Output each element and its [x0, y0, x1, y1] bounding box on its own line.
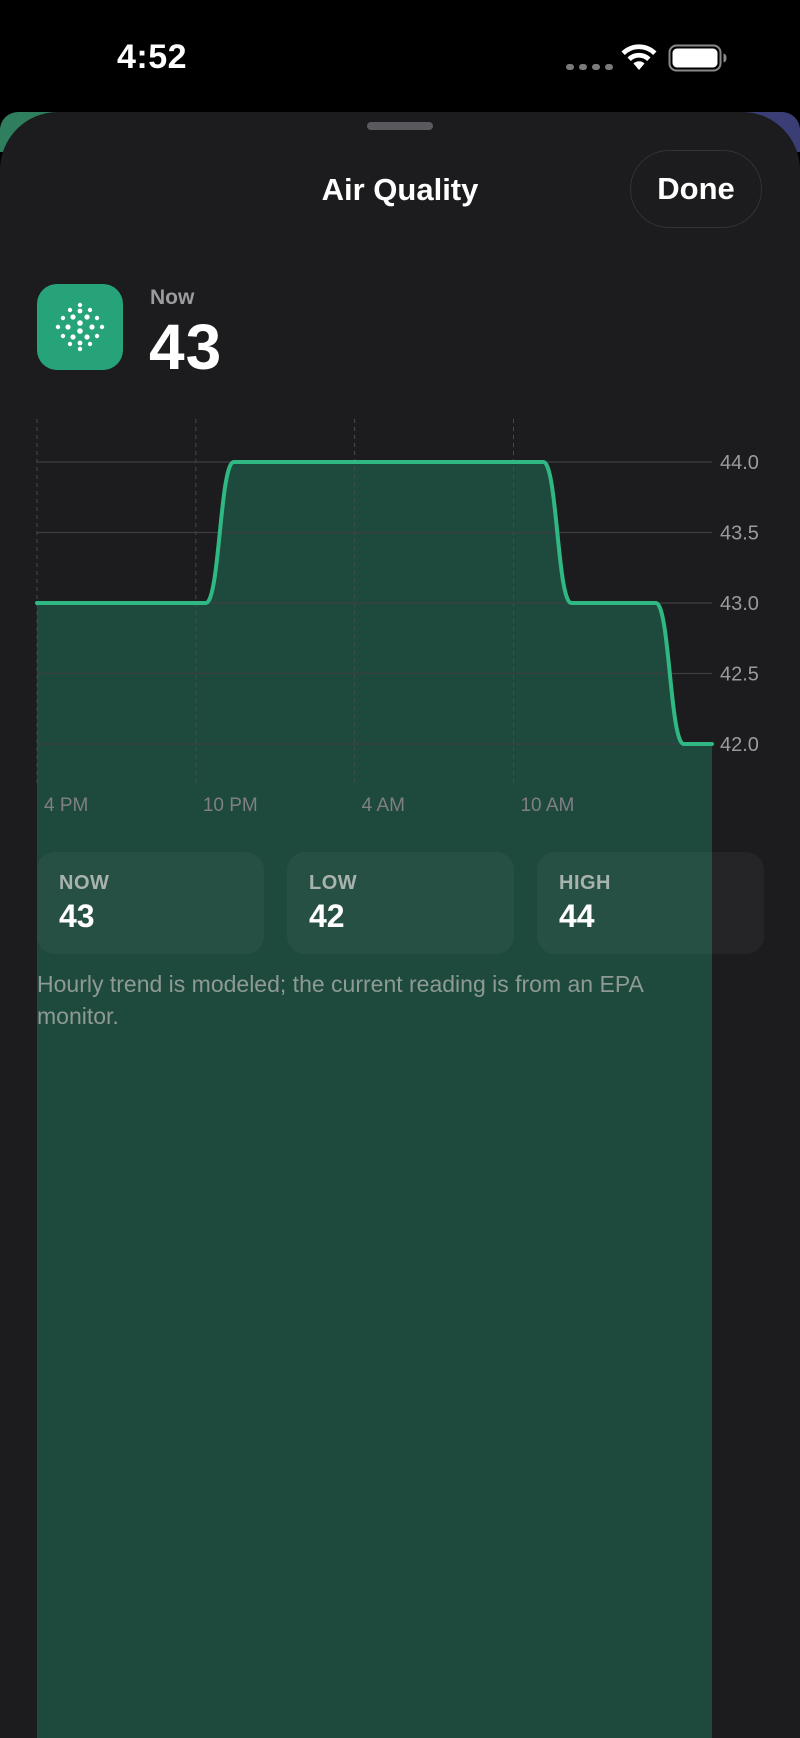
stat-label: LOW: [309, 872, 358, 894]
stat-label: HIGH: [559, 872, 611, 894]
sheet-grabber[interactable]: [367, 122, 433, 130]
stat-card-now: NOW 43: [37, 852, 264, 954]
chart-area-fill: [37, 462, 712, 1738]
y-tick-label: 42.0: [720, 734, 759, 756]
stat-card-low: LOW 42: [287, 852, 514, 954]
y-tick-label: 43.0: [720, 593, 759, 615]
stat-label: NOW: [59, 872, 110, 894]
stat-value: 44: [559, 898, 595, 934]
stat-card-high: HIGH 44: [537, 852, 764, 954]
done-button[interactable]: Done: [630, 150, 762, 228]
status-time: 4:52: [117, 38, 188, 76]
cellular-signal-icon: [566, 64, 613, 70]
x-tick-label: 4 PM: [44, 795, 88, 816]
stat-value: 43: [59, 898, 95, 934]
current-reading-value: 43: [149, 311, 223, 383]
air-quality-dots-icon: [37, 284, 123, 370]
x-tick-label: 10 PM: [203, 795, 258, 816]
status-bar: 4:52: [0, 0, 800, 112]
air-quality-dots-glyph: [55, 302, 105, 352]
wifi-icon: [621, 44, 657, 70]
current-reading-label: Now: [150, 286, 195, 309]
trend-footnote: Hourly trend is modeled; the current rea…: [37, 971, 643, 1029]
y-tick-label: 42.5: [720, 664, 759, 686]
battery-icon: [668, 44, 727, 72]
air-quality-sheet: Air Quality Done Now 43 4 PM 10 PM 4 AM 10 …: [0, 112, 800, 1738]
chart-series-line: [35, 460, 714, 747]
x-tick-label: 10 AM: [520, 795, 574, 816]
stat-value: 42: [309, 898, 345, 934]
y-tick-label: 44.0: [720, 452, 759, 474]
y-tick-label: 43.5: [720, 523, 759, 545]
x-tick-label: 4 AM: [362, 795, 405, 816]
